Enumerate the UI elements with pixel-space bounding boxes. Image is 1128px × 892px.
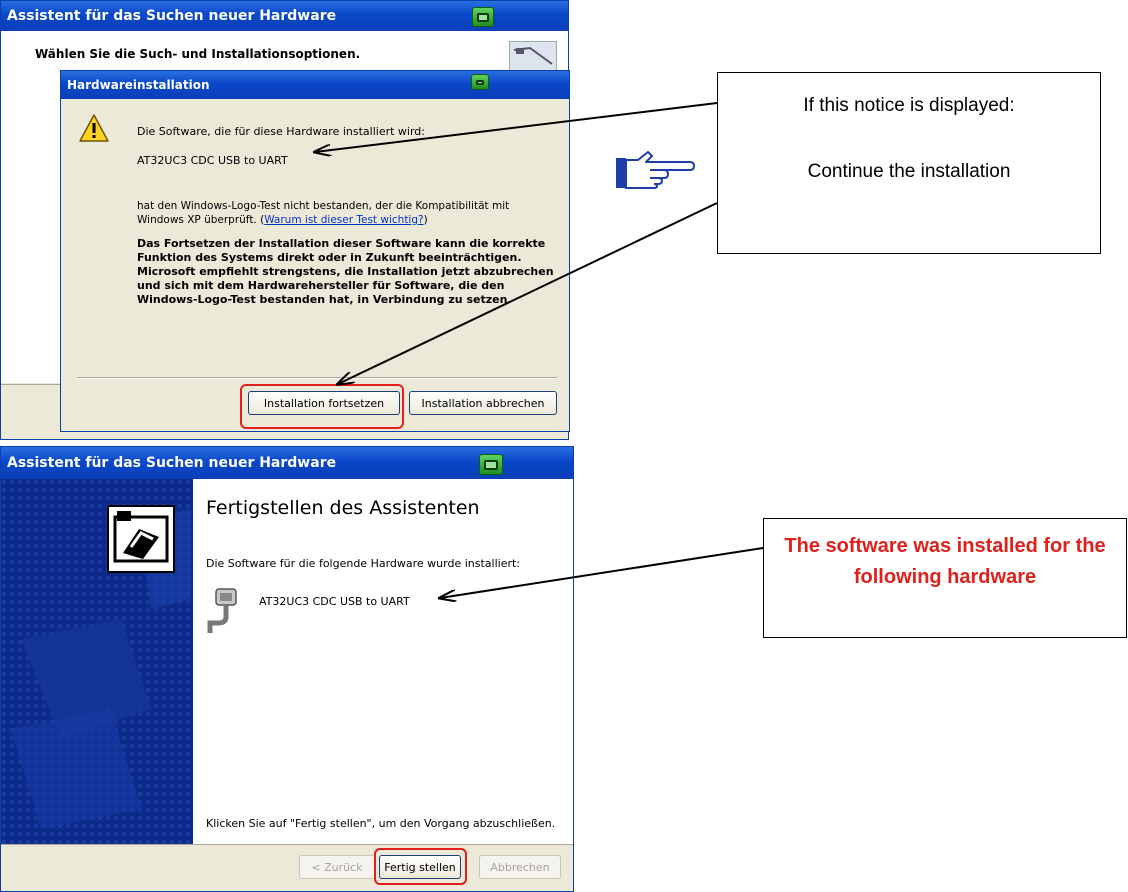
printer-icon[interactable]: [471, 74, 489, 90]
warning-line: Funktion des Systems direkt oder in Zuku…: [137, 251, 522, 264]
callout2-text: The software was installed for the follo…: [784, 535, 1106, 588]
hw-dialog-device: AT32UC3 CDC USB to UART: [137, 154, 288, 167]
top-wizard-left-strip: [1, 73, 61, 383]
highlight-continue-button: [240, 384, 404, 429]
callout-continue-notice: If this notice is displayed: Continue th…: [717, 72, 1101, 254]
printer-icon[interactable]: [479, 454, 503, 475]
cancel-button[interactable]: Abbrechen: [479, 855, 561, 879]
hw-dialog-para-line1: hat den Windows-Logo-Test nicht bestande…: [137, 200, 510, 212]
callout1-line2: Continue the installation: [807, 161, 1011, 182]
installed-device-name: AT32UC3 CDC USB to UART: [259, 595, 410, 608]
back-button[interactable]: < Zurück: [299, 855, 375, 879]
callout1-line1: If this notice is displayed:: [803, 95, 1015, 116]
hw-dialog-para-line2: Windows XP überprüft. (Warum ist dieser …: [137, 213, 567, 227]
hw-dialog-titlebar: Hardwareinstallation: [61, 71, 569, 99]
hw-dialog-warning-text: Das Fortsetzen der Installation dieser S…: [137, 237, 567, 307]
printer-icon[interactable]: [472, 7, 494, 27]
warning-line: Microsoft empfiehlt strengstens, die Ins…: [137, 265, 554, 278]
top-wizard-title: Assistent für das Suchen neuer Hardware: [7, 8, 337, 24]
finish-heading: Fertigstellen des Assistenten: [206, 497, 480, 519]
pointing-hand-icon: [616, 151, 695, 189]
hw-dialog-para-close: ): [423, 214, 428, 226]
top-wizard-header-text: Wählen Sie die Such- und Installationsop…: [35, 47, 361, 61]
hw-dialog-para-text: Windows XP überprüft. (: [137, 214, 265, 226]
warning-icon: [79, 114, 109, 142]
wizard-header-icon: [509, 41, 557, 71]
finish-instruction: Klicken Sie auf "Fertig stellen", um den…: [206, 817, 556, 830]
serial-port-icon: [207, 588, 237, 633]
top-wizard-header: Wählen Sie die Such- und Installationsop…: [1, 31, 568, 74]
warning-line: Windows-Logo-Test bestanden hat, in Verb…: [137, 293, 512, 306]
hw-install-dialog: Hardwareinstallation Die Software, die f…: [60, 70, 570, 432]
cancel-installation-button[interactable]: Installation abbrechen: [409, 391, 557, 415]
hw-dialog-paragraph: hat den Windows-Logo-Test nicht bestande…: [137, 199, 567, 227]
hw-dialog-divider: [77, 377, 557, 379]
bottom-wizard-button-bar: < Zurück Fertig stellen Abbrechen: [1, 844, 573, 891]
bottom-wizard-window: Assistent für das Suchen neuer Hardware …: [0, 446, 574, 892]
callout-installed-notice: The software was installed for the follo…: [763, 518, 1127, 638]
why-test-link[interactable]: Warum ist dieser Test wichtig?: [264, 214, 423, 226]
hw-dialog-line1: Die Software, die für diese Hardware ins…: [137, 125, 425, 138]
warning-line: und sich mit dem Hardwarehersteller für …: [137, 279, 505, 292]
warning-line: Das Fortsetzen der Installation dieser S…: [137, 237, 546, 250]
hw-dialog-title: Hardwareinstallation: [67, 78, 210, 92]
installed-text: Die Software für die folgende Hardware w…: [206, 557, 521, 570]
highlight-finish-button: [374, 848, 467, 885]
bottom-wizard-title: Assistent für das Suchen neuer Hardware: [7, 455, 337, 471]
hardware-wizard-icon: [107, 505, 175, 573]
